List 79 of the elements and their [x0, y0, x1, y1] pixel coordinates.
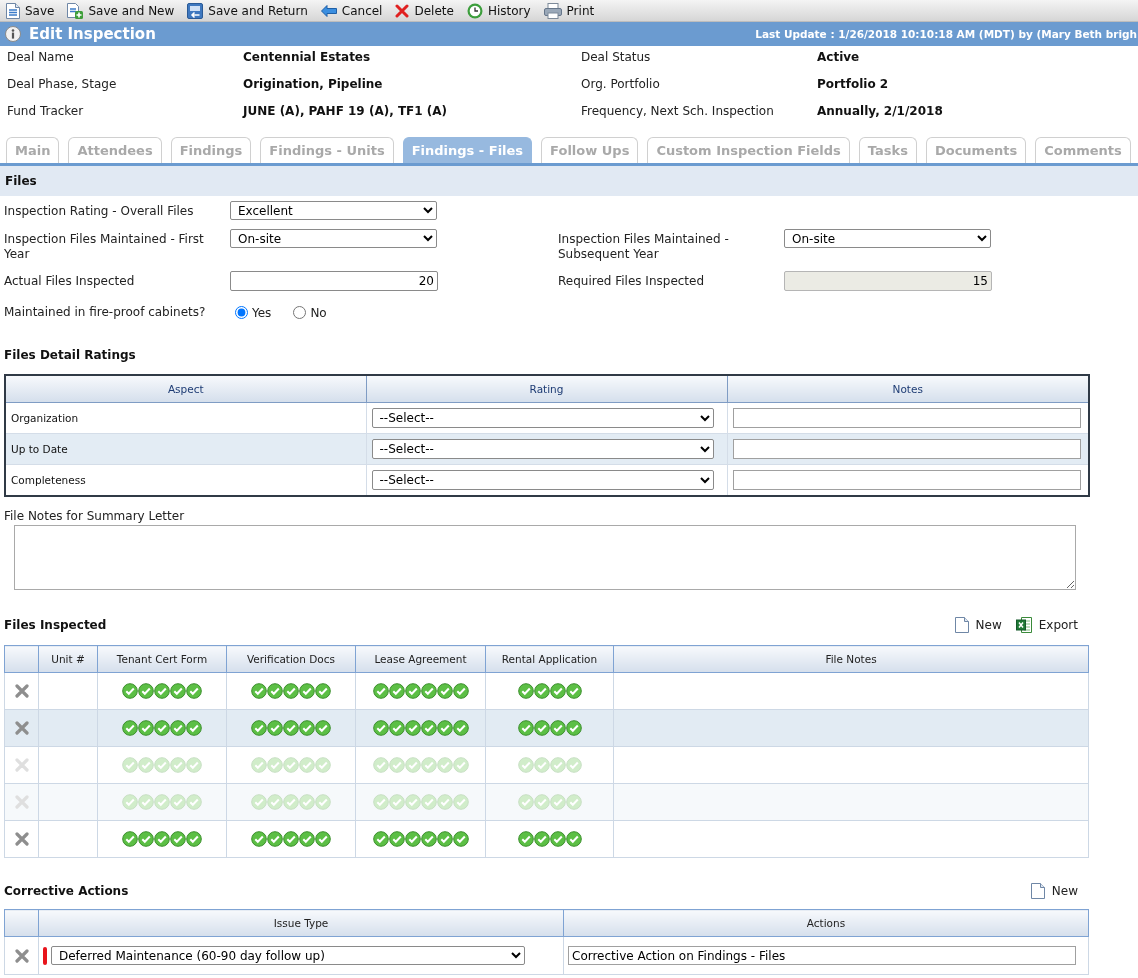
field-label: Org. Portfolio [581, 77, 660, 91]
field-value: Centennial Estates [243, 50, 371, 64]
clock-icon [466, 2, 483, 19]
summary-notes-field[interactable] [14, 525, 1076, 590]
action-field[interactable]: Corrective Action on Findings - Files [568, 946, 1076, 965]
cancel-button[interactable]: Cancel [318, 0, 385, 21]
info-icon [5, 26, 21, 42]
column-header: Actions [563, 909, 1089, 937]
dropdown[interactable]: Excellent [230, 201, 437, 220]
field-label: File Notes for Summary Letter [4, 509, 185, 523]
field-label: Deal Name [7, 50, 74, 64]
radio-label[interactable]: No [310, 305, 327, 320]
field-label: Inspection Files Maintained - First Year [4, 232, 204, 261]
document-icon [1030, 883, 1045, 899]
column-header: Verification Docs [226, 645, 356, 673]
field-label: Actual Files Inspected [4, 274, 135, 288]
section-header: Files [0, 166, 1138, 196]
field-label: Deal Phase, Stage [7, 77, 117, 91]
history-button[interactable]: History [464, 0, 533, 21]
column-header: Issue Type [38, 909, 564, 937]
column-header: File Notes [613, 645, 1089, 673]
document-icon [6, 2, 20, 19]
field-label: Required Files Inspected [558, 274, 705, 288]
page-title: Edit Inspection [29, 25, 156, 43]
field-value: Portfolio 2 [817, 77, 889, 91]
section-title: Corrective Actions [4, 884, 129, 898]
cross-icon [395, 3, 410, 18]
cross-icon[interactable] [14, 684, 29, 699]
new-button[interactable]: New [1030, 883, 1078, 899]
field-value: Annually, 2/1/2018 [817, 104, 943, 118]
save-return-button[interactable]: Save and Return [185, 0, 310, 21]
field-label: Inspection Rating - Overall Files [4, 204, 194, 218]
last-update-text: Last Update : 1/26/2018 10:10:18 AM (MDT) by (Mary Beth brigh [755, 28, 1138, 40]
column-header: Lease Agreement [355, 645, 486, 673]
section-title: Files Inspected [4, 618, 107, 632]
field-value: Origination, Pipeline [243, 77, 383, 91]
column-header: Rental Application [485, 645, 614, 673]
notes-field[interactable] [732, 439, 1081, 459]
column-header: Tenant Cert Form [97, 645, 227, 673]
export-button[interactable]: Export [1015, 617, 1078, 633]
column-header: Aspect [5, 375, 366, 403]
column-header: Notes [727, 375, 1089, 403]
spreadsheet-icon [1015, 617, 1032, 633]
cross-icon[interactable] [14, 948, 29, 963]
dropdown[interactable]: On-site [784, 229, 991, 248]
delete-button[interactable]: Delete [393, 0, 456, 21]
notes-field[interactable] [732, 408, 1081, 428]
rating-dropdown[interactable]: --Select-- [371, 439, 714, 459]
field-label: Fund Tracker [7, 104, 84, 118]
radio-button[interactable] [235, 306, 248, 319]
left-arrow-icon [320, 4, 337, 17]
cross-icon[interactable] [14, 721, 29, 736]
column-header: Rating [366, 375, 727, 403]
radio-label[interactable]: Yes [252, 305, 272, 320]
number-field[interactable]: 20 [230, 271, 438, 291]
field-label: Inspection Files Maintained - Subsequent Year [558, 232, 729, 261]
field-label: Deal Status [581, 50, 651, 64]
cross-icon[interactable] [14, 832, 29, 847]
field-label: Frequency, Next Sch. Inspection [581, 104, 774, 118]
print-button[interactable]: Print [541, 0, 597, 21]
printer-icon [543, 2, 562, 19]
save-button[interactable]: Save [4, 0, 57, 21]
rating-dropdown[interactable]: --Select-- [371, 470, 714, 490]
rating-dropdown[interactable]: --Select-- [371, 408, 714, 428]
document-icon [954, 617, 969, 633]
field-value: JUNE (A), PAHF 19 (A), TF1 (A) [243, 104, 448, 118]
document-plus-icon [67, 2, 84, 19]
table-cell: Organization [5, 402, 366, 434]
field-value: Active [817, 50, 860, 64]
save-new-button[interactable]: Save and New [65, 0, 177, 21]
section-title: Files Detail Ratings [4, 348, 136, 362]
table-cell: Up to Date [5, 433, 366, 465]
new-button[interactable]: New [954, 617, 1002, 633]
radio-button[interactable] [293, 306, 307, 319]
column-header: Unit # [38, 645, 98, 673]
field-label: Maintained in fire-proof cabinets? [4, 305, 206, 319]
dropdown[interactable]: On-site [230, 229, 437, 248]
issue-type-dropdown[interactable]: Deferred Maintenance (60-90 day follow up) [51, 946, 525, 965]
notes-field[interactable] [732, 470, 1081, 490]
